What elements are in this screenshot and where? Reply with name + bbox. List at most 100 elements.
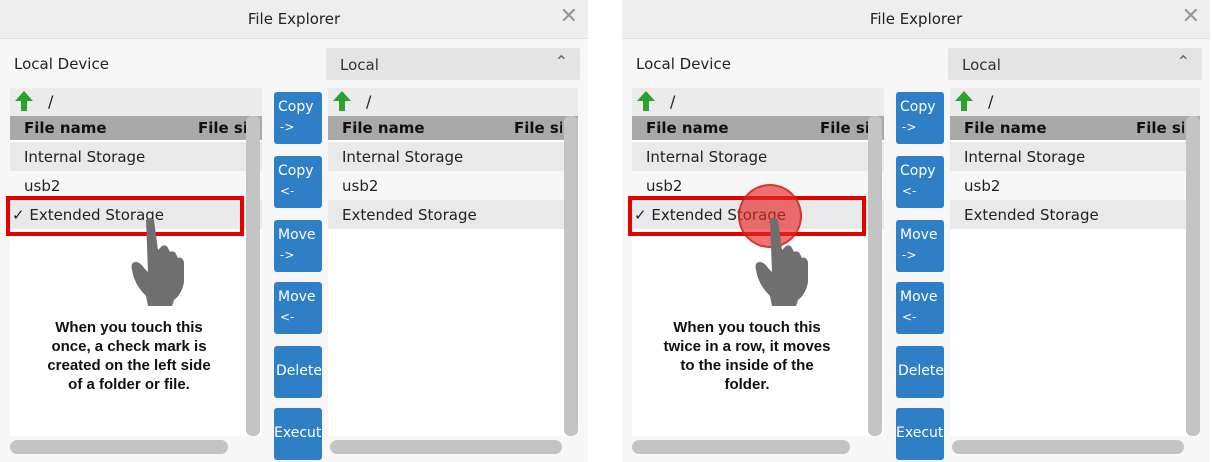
button-label: -> — [902, 120, 917, 134]
hand-pointer-icon — [131, 218, 184, 306]
local-device-label: Local Device — [14, 55, 109, 73]
column-file-size[interactable]: File si — [198, 119, 246, 137]
button-label: Move — [278, 227, 316, 243]
execute-button[interactable]: Execute — [274, 408, 322, 460]
button-label: Copy — [278, 163, 314, 179]
hand-pointer-icon — [755, 218, 808, 306]
right-file-list[interactable]: / File name File si Internal Storage usb… — [328, 88, 578, 436]
button-label: Copy — [900, 163, 936, 179]
column-file-size[interactable]: File si — [514, 119, 562, 137]
updown-chevron-icon: ⌃ — [1176, 52, 1190, 71]
list-item-label: Internal Storage — [342, 148, 464, 166]
updown-chevron-icon: ⌃ — [554, 52, 568, 71]
caption-line: created on the left side — [47, 357, 211, 374]
horizontal-scrollbar[interactable] — [10, 440, 228, 454]
device-select[interactable]: Local ⌃ — [326, 48, 580, 80]
button-label: Execute — [274, 425, 322, 441]
close-icon[interactable]: ✕ — [1182, 6, 1200, 28]
copy-right-button[interactable]: Copy -> — [896, 92, 944, 144]
right-file-list[interactable]: / File name File si Internal Storage usb… — [950, 88, 1200, 436]
list-item[interactable]: Internal Storage — [950, 142, 1200, 171]
list-item-label: usb2 — [342, 177, 379, 195]
column-file-name[interactable]: File name — [342, 119, 425, 137]
column-file-name[interactable]: File name — [24, 119, 107, 137]
instruction-caption: When you touch this twice in a row, it mo… — [642, 318, 852, 394]
selection-highlight-box — [6, 196, 244, 236]
button-label: -> — [280, 120, 295, 134]
up-arrow-icon[interactable] — [332, 90, 352, 112]
up-arrow-icon[interactable] — [14, 90, 34, 112]
list-item-label: Extended Storage — [964, 206, 1099, 224]
button-label: -> — [280, 248, 295, 262]
list-item[interactable]: Extended Storage — [950, 200, 1200, 229]
device-select-value: Local — [340, 56, 379, 74]
path-bar: / — [950, 88, 1200, 116]
horizontal-scrollbar[interactable] — [632, 440, 850, 454]
copy-right-button[interactable]: Copy -> — [274, 92, 322, 144]
move-right-button[interactable]: Move -> — [896, 220, 944, 272]
list-item-label: usb2 — [964, 177, 1001, 195]
vertical-scrollbar[interactable] — [1186, 116, 1200, 436]
title-bar: File Explorer ✕ — [0, 0, 588, 39]
horizontal-scrollbar[interactable] — [330, 440, 562, 454]
list-item-label: usb2 — [24, 177, 61, 195]
current-path: / — [48, 92, 54, 111]
up-arrow-icon[interactable] — [954, 90, 974, 112]
list-item-label: Internal Storage — [646, 148, 768, 166]
copy-left-button[interactable]: Copy <- — [274, 156, 322, 208]
button-label: Move — [900, 289, 938, 305]
window-title: File Explorer — [869, 10, 963, 28]
list-item[interactable]: Internal Storage — [10, 142, 262, 171]
caption-line: twice in a row, it moves — [663, 338, 831, 355]
column-header: File name File si — [950, 116, 1200, 140]
column-file-size[interactable]: File si — [820, 119, 868, 137]
list-item[interactable]: usb2 — [950, 171, 1200, 200]
list-item-label: Extended Storage — [342, 206, 477, 224]
path-bar: / — [10, 88, 262, 116]
button-label: Delete — [898, 363, 944, 379]
caption-line: to the inside of the — [680, 357, 814, 374]
close-icon[interactable]: ✕ — [560, 6, 578, 28]
up-arrow-icon[interactable] — [636, 90, 656, 112]
horizontal-scrollbar[interactable] — [952, 440, 1184, 454]
instruction-caption: When you touch this once, a check mark is… — [24, 318, 234, 394]
current-path: / — [988, 92, 994, 111]
delete-button[interactable]: Delete — [274, 346, 322, 398]
device-select[interactable]: Local ⌃ — [948, 48, 1202, 80]
button-label: Move — [900, 227, 938, 243]
caption-line: folder. — [724, 376, 770, 393]
path-bar: / — [328, 88, 578, 116]
vertical-scrollbar[interactable] — [564, 116, 578, 436]
list-item[interactable]: Internal Storage — [328, 142, 578, 171]
path-bar: / — [632, 88, 884, 116]
move-left-button[interactable]: Move <- — [896, 282, 944, 334]
button-label: Execute — [896, 425, 944, 441]
vertical-scrollbar[interactable] — [868, 116, 882, 436]
list-item-label: usb2 — [646, 177, 683, 195]
execute-button[interactable]: Execute — [896, 408, 944, 460]
copy-left-button[interactable]: Copy <- — [896, 156, 944, 208]
file-explorer-window: File Explorer ✕ Local Device Local ⌃ / F… — [622, 0, 1210, 462]
list-item[interactable]: Internal Storage — [632, 142, 884, 171]
button-label: <- — [902, 310, 917, 324]
button-label: <- — [902, 184, 917, 198]
list-item-label: Internal Storage — [964, 148, 1086, 166]
list-item[interactable]: Extended Storage — [328, 200, 578, 229]
vertical-scrollbar[interactable] — [246, 116, 260, 436]
button-label: <- — [280, 184, 295, 198]
move-right-button[interactable]: Move -> — [274, 220, 322, 272]
caption-line: of a folder or file. — [68, 376, 190, 393]
column-file-name[interactable]: File name — [646, 119, 729, 137]
column-header: File name File si — [328, 116, 578, 140]
list-item[interactable]: usb2 — [328, 171, 578, 200]
current-path: / — [670, 92, 676, 111]
column-file-size[interactable]: File si — [1136, 119, 1184, 137]
column-file-name[interactable]: File name — [964, 119, 1047, 137]
device-select-value: Local — [962, 56, 1001, 74]
delete-button[interactable]: Delete — [896, 346, 944, 398]
move-left-button[interactable]: Move <- — [274, 282, 322, 334]
column-header: File name File si — [10, 116, 262, 140]
caption-line: once, a check mark is — [51, 338, 207, 355]
button-label: Copy — [900, 99, 936, 115]
button-label: -> — [902, 248, 917, 262]
